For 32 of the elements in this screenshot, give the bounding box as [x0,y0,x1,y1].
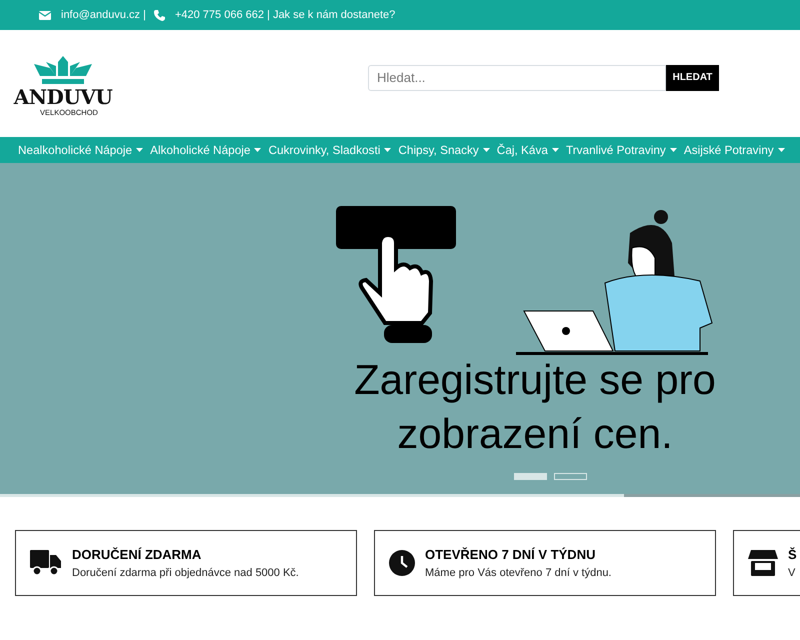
feature-description: V [788,567,796,579]
caret-icon [482,148,490,152]
feature-description: Máme pro Vás otevřeno 7 dní v týdnu. [425,567,612,579]
nav-menu-item[interactable]: Cukrovinky, Sladkosti [268,143,392,157]
nav-menu-item[interactable]: Čaj, Káva [496,143,559,157]
slide-indicator[interactable] [554,473,587,480]
feature-description: Doručení zdarma při objednávce nad 5000 Kč. [72,567,299,579]
nav-menu-item[interactable]: Nealkoholické Nápoje [18,143,144,157]
feature-title: DORUČENÍ ZDARMA [72,547,202,562]
feature-title: OTEVŘENO 7 DNÍ V TÝDNU [425,547,596,562]
caret-icon [552,148,559,152]
nav-menu-item[interactable]: Trvanlivé Potraviny [566,143,677,157]
caret-icon [254,148,262,152]
caret-icon [384,148,392,152]
logo-name: ANDUVU [14,86,112,108]
envelope-icon [39,10,51,20]
caret-icon [778,148,785,152]
search-field[interactable]: Hledat... [368,64,666,90]
email-link[interactable]: info@anduvu.cz | [61,9,146,21]
nav-menu-item[interactable]: Asijské Potraviny [684,143,785,157]
nav-menu-item[interactable]: Alkoholické Nápoje [150,143,262,157]
clock-icon [389,550,415,576]
banner-headline: Zaregistrujte se pro zobrazení cen. [353,355,717,459]
store-icon [748,550,778,576]
caret-icon [136,148,144,152]
search-button[interactable]: HLEDAT [666,64,719,90]
phone-icon [154,10,165,20]
nav-menu-item[interactable]: Chipsy, Snacky [398,143,490,157]
caret-icon [670,148,677,152]
phone-info[interactable]: +420 775 066 662 | Jak se k nám dostanete? [174,9,396,21]
truck-icon [30,550,62,576]
feature-title: Š [788,547,797,562]
